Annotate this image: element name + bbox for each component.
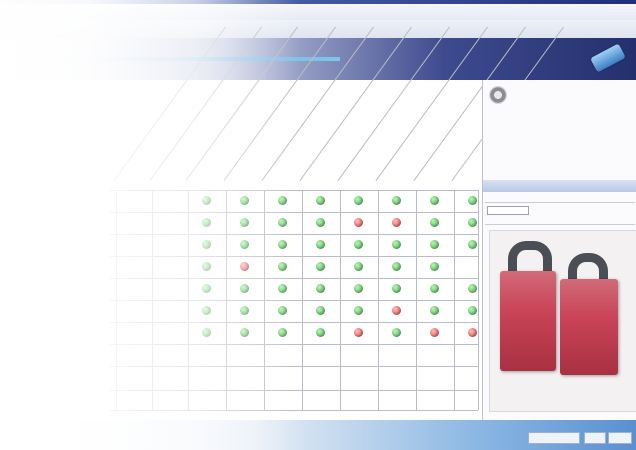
status-dot-ok[interactable] bbox=[278, 218, 287, 227]
status-dot-fail[interactable] bbox=[468, 328, 477, 337]
status-dot-ok[interactable] bbox=[202, 218, 211, 227]
status-bar bbox=[0, 420, 636, 450]
status-dot-ok[interactable] bbox=[316, 218, 325, 227]
status-dot-ok[interactable] bbox=[278, 306, 287, 315]
gear-icon[interactable] bbox=[489, 86, 507, 104]
grid-line bbox=[110, 322, 478, 323]
status-dot-ok[interactable] bbox=[240, 328, 249, 337]
status-dot-ok[interactable] bbox=[468, 240, 477, 249]
status-dot-ok[interactable] bbox=[392, 328, 401, 337]
status-dot-ok[interactable] bbox=[278, 328, 287, 337]
panel-field-row bbox=[485, 194, 635, 203]
compatibility-matrix bbox=[0, 26, 574, 420]
grid-line bbox=[110, 234, 478, 235]
status-dot-ok[interactable] bbox=[354, 240, 363, 249]
status-dot-ok[interactable] bbox=[392, 196, 401, 205]
toolbar bbox=[0, 20, 636, 38]
status-segment bbox=[584, 432, 606, 444]
status-segment bbox=[608, 432, 632, 444]
status-dot-ok[interactable] bbox=[278, 284, 287, 293]
banner-highlight bbox=[40, 57, 340, 61]
grid-line bbox=[226, 190, 227, 410]
status-dot-ok[interactable] bbox=[202, 284, 211, 293]
grid-line bbox=[110, 256, 478, 257]
status-dot-ok[interactable] bbox=[430, 284, 439, 293]
status-dot-ok[interactable] bbox=[316, 240, 325, 249]
status-dot-ok[interactable] bbox=[278, 240, 287, 249]
status-dot-ok[interactable] bbox=[316, 196, 325, 205]
status-dot-ok[interactable] bbox=[240, 240, 249, 249]
status-dot-fail[interactable] bbox=[240, 262, 249, 271]
panel-select[interactable] bbox=[487, 206, 529, 215]
status-dot-ok[interactable] bbox=[278, 196, 287, 205]
grid-line bbox=[110, 410, 478, 411]
status-dot-fail[interactable] bbox=[392, 218, 401, 227]
grid-line bbox=[302, 190, 303, 410]
panel-section-header bbox=[483, 180, 636, 192]
status-dot-ok[interactable] bbox=[316, 306, 325, 315]
grid-line bbox=[478, 190, 479, 410]
status-dot-ok[interactable] bbox=[202, 328, 211, 337]
status-dot-fail[interactable] bbox=[430, 328, 439, 337]
status-dot-ok[interactable] bbox=[316, 262, 325, 271]
status-dot-ok[interactable] bbox=[240, 196, 249, 205]
status-dot-ok[interactable] bbox=[392, 240, 401, 249]
status-dot-ok[interactable] bbox=[468, 306, 477, 315]
details-panel bbox=[482, 80, 636, 420]
grid-line bbox=[110, 212, 478, 213]
status-dot-ok[interactable] bbox=[202, 196, 211, 205]
grid-line bbox=[152, 190, 153, 410]
status-dot-ok[interactable] bbox=[240, 218, 249, 227]
status-dot-ok[interactable] bbox=[354, 262, 363, 271]
status-dot-ok[interactable] bbox=[278, 262, 287, 271]
grid-line bbox=[116, 190, 117, 410]
status-dot-ok[interactable] bbox=[202, 240, 211, 249]
status-dot-ok[interactable] bbox=[392, 262, 401, 271]
status-dot-ok[interactable] bbox=[354, 306, 363, 315]
status-dot-ok[interactable] bbox=[430, 196, 439, 205]
grid-line bbox=[378, 190, 379, 410]
status-dot-ok[interactable] bbox=[240, 284, 249, 293]
grid-line bbox=[110, 344, 478, 345]
grid-line bbox=[110, 190, 478, 191]
grid-line bbox=[188, 190, 189, 410]
status-dot-ok[interactable] bbox=[202, 306, 211, 315]
product-image bbox=[489, 230, 636, 412]
status-dot-ok[interactable] bbox=[430, 262, 439, 271]
status-dot-fail[interactable] bbox=[354, 218, 363, 227]
status-dot-ok[interactable] bbox=[202, 262, 211, 271]
status-segment bbox=[528, 432, 580, 444]
panel-field-row bbox=[485, 216, 635, 225]
status-dot-ok[interactable] bbox=[392, 284, 401, 293]
status-dot-ok[interactable] bbox=[430, 240, 439, 249]
grid-line bbox=[416, 190, 417, 410]
status-dot-ok[interactable] bbox=[468, 196, 477, 205]
status-dot-ok[interactable] bbox=[468, 284, 477, 293]
status-dot-ok[interactable] bbox=[468, 218, 477, 227]
status-dot-ok[interactable] bbox=[430, 218, 439, 227]
grid-line bbox=[340, 190, 341, 410]
grid-line bbox=[110, 300, 478, 301]
status-dot-fail[interactable] bbox=[354, 328, 363, 337]
grid-line bbox=[454, 190, 455, 410]
grid-line bbox=[110, 390, 478, 391]
menu-bar bbox=[0, 4, 636, 20]
grid-line bbox=[110, 278, 478, 279]
status-dot-ok[interactable] bbox=[354, 196, 363, 205]
status-dot-ok[interactable] bbox=[316, 284, 325, 293]
status-dot-ok[interactable] bbox=[430, 306, 439, 315]
status-dot-ok[interactable] bbox=[240, 306, 249, 315]
status-dot-ok[interactable] bbox=[316, 328, 325, 337]
grid-line bbox=[264, 190, 265, 410]
status-dot-ok[interactable] bbox=[354, 284, 363, 293]
grid-line bbox=[110, 366, 478, 367]
status-dot-fail[interactable] bbox=[392, 306, 401, 315]
